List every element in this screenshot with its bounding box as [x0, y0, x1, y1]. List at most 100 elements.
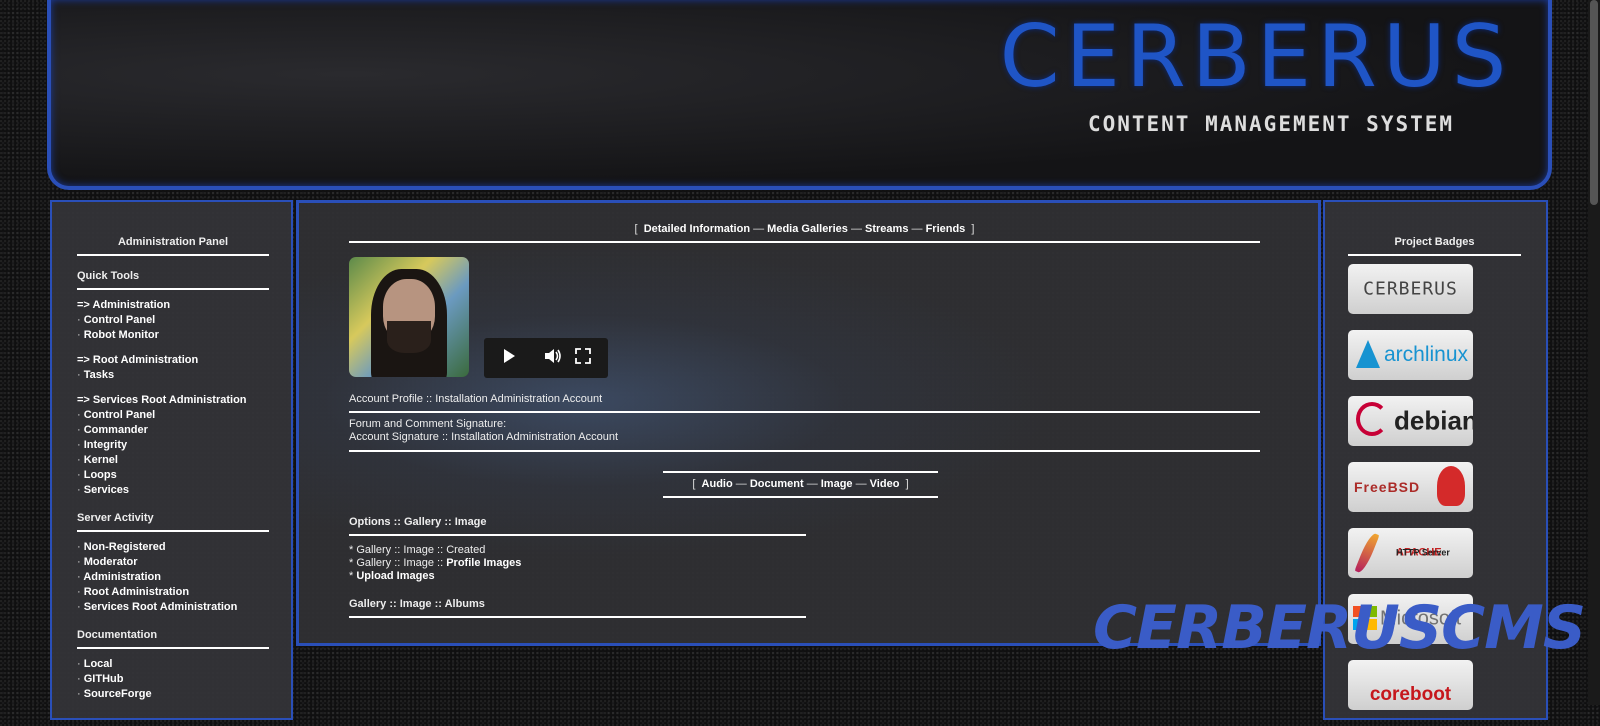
badge-freebsd[interactable]: FreeBSD	[1348, 462, 1473, 512]
nav-bracket-close: ]	[905, 478, 909, 490]
bullet-icon: ·	[77, 673, 81, 685]
bullet-icon: ·	[77, 454, 81, 466]
nav-item-label: Services Root Administration	[83, 601, 238, 613]
nav-item-activity-root-administration[interactable]: · Root Administration	[77, 585, 269, 600]
admin-panel-title: Administration Panel	[77, 236, 269, 256]
nav-item-github[interactable]: · GITHub	[77, 672, 269, 687]
nav-item-control-panel[interactable]: · Control Panel	[77, 313, 269, 328]
spiral-logo-right-inner	[296, 10, 371, 85]
profile-nav: [ Detailed Information — Media Galleries…	[349, 223, 1260, 243]
badge-label: debian	[1394, 405, 1473, 436]
bullet-icon: ·	[77, 409, 81, 421]
header-banner: CERBERUS CONTENT MANAGEMENT SYSTEM	[47, 0, 1552, 190]
nav-item-robot-monitor[interactable]: · Robot Monitor	[77, 328, 269, 343]
nav-item-label: Non-Registered	[83, 541, 166, 553]
nav-item-services-control-panel[interactable]: · Control Panel	[77, 408, 269, 423]
media-type-nav: [ Audio — Document — Image — Video ]	[663, 471, 938, 498]
badge-label: CERBERUS	[1363, 278, 1458, 300]
nav-bracket-open: [	[692, 478, 696, 490]
scrollbar-thumb[interactable]	[1590, 0, 1598, 205]
option-upload-images: * Upload Images	[349, 570, 806, 583]
bullet-icon: ·	[77, 484, 81, 496]
nav-item-tasks[interactable]: · Tasks	[77, 368, 269, 383]
signature-label: Forum and Comment Signature:	[349, 418, 507, 430]
bullet-icon: ·	[77, 314, 81, 326]
badge-apache-sub: HTTP Server	[1396, 547, 1450, 558]
fullscreen-icon[interactable]	[575, 348, 591, 370]
bullet-icon: ·	[77, 424, 81, 436]
bullet-icon: ·	[77, 439, 81, 451]
avatar[interactable]	[349, 257, 469, 377]
volume-icon[interactable]	[544, 348, 562, 370]
tab-detailed-information[interactable]: Detailed Information	[644, 223, 750, 235]
nav-item-loops[interactable]: · Loops	[77, 468, 269, 483]
nav-group-services-root-administration: => Services Root Administration · Contro…	[77, 393, 269, 498]
nav-group-documentation: · Local · GITHub · SourceForge	[77, 657, 269, 702]
upload-images-link[interactable]: Upload Images	[356, 570, 434, 582]
signature-value: Account Signature :: Installation Admini…	[349, 431, 619, 443]
tab-video[interactable]: Video	[870, 478, 900, 490]
account-profile: Account Profile :: Installation Administ…	[349, 393, 1260, 413]
tab-friends[interactable]: Friends	[926, 223, 966, 235]
badge-cerberus[interactable]: CERBERUS	[1348, 264, 1473, 314]
nav-item-activity-services-root-administration[interactable]: · Services Root Administration	[77, 600, 269, 615]
badges-title: Project Badges	[1348, 236, 1521, 256]
brand-subtitle: CONTENT MANAGEMENT SYSTEM	[1087, 112, 1455, 136]
documentation-title: Documentation	[77, 629, 269, 649]
server-activity-title: Server Activity	[77, 512, 269, 532]
nav-item-kernel[interactable]: · Kernel	[77, 453, 269, 468]
nav-item-local[interactable]: · Local	[77, 657, 269, 672]
nav-item-activity-administration[interactable]: · Administration	[77, 570, 269, 585]
tab-image[interactable]: Image	[821, 478, 853, 490]
nav-item-services[interactable]: · Services	[77, 483, 269, 498]
tab-media-galleries[interactable]: Media Galleries	[767, 223, 848, 235]
nav-item-moderator[interactable]: · Moderator	[77, 555, 269, 570]
nav-item-integrity[interactable]: · Integrity	[77, 438, 269, 453]
nav-separator: —	[855, 478, 867, 490]
nav-group-server-activity: · Non-Registered · Moderator · Administr…	[77, 540, 269, 615]
nav-item-label: Local	[83, 658, 113, 670]
tab-document[interactable]: Document	[750, 478, 804, 490]
bullet-icon: ·	[77, 601, 81, 613]
page-scrollbar[interactable]	[1588, 0, 1600, 705]
tab-streams[interactable]: Streams	[865, 223, 908, 235]
nav-item-label: Kernel	[83, 454, 118, 466]
nav-item-label: Integrity	[83, 439, 128, 451]
gallery-options: Options :: Gallery :: Image * Gallery ::…	[349, 516, 806, 583]
nav-item-commander[interactable]: · Commander	[77, 423, 269, 438]
nav-separator: —	[850, 223, 862, 235]
version-watermark: CERBERUSCMS 4	[1093, 593, 1600, 663]
play-icon[interactable]	[502, 348, 516, 370]
nav-item-label: Administration	[83, 571, 161, 583]
nav-heading-services-root-administration[interactable]: => Services Root Administration	[77, 393, 269, 408]
badge-coreboot[interactable]: coreboot	[1348, 660, 1473, 710]
profile-images-link[interactable]: Profile Images	[446, 557, 521, 569]
nav-item-non-registered[interactable]: · Non-Registered	[77, 540, 269, 555]
option-profile-images: * Gallery :: Image :: Profile Images	[349, 557, 806, 570]
nav-item-label: GITHub	[83, 673, 124, 685]
nav-item-sourceforge[interactable]: · SourceForge	[77, 687, 269, 702]
option-created: * Gallery :: Image :: Created	[349, 544, 486, 556]
bullet-icon: ·	[77, 369, 81, 381]
profile-panel: [ Detailed Information — Media Galleries…	[296, 200, 1321, 646]
brand-title: CERBERUS	[999, 7, 1513, 107]
nav-group-root-administration: => Root Administration · Tasks	[77, 353, 269, 383]
nav-separator: —	[806, 478, 818, 490]
badge-debian[interactable]: debian	[1348, 396, 1473, 446]
nav-item-label: Root Administration	[83, 586, 190, 598]
freebsd-daemon-icon	[1437, 466, 1465, 506]
tab-audio[interactable]: Audio	[702, 478, 733, 490]
nav-item-label: Control Panel	[83, 409, 156, 421]
badge-apache[interactable]: APACHE HTTP Server	[1348, 528, 1473, 578]
nav-heading-administration[interactable]: => Administration	[77, 298, 269, 313]
signature-block: Forum and Comment Signature: Account Sig…	[349, 418, 1260, 452]
nav-item-label: Commander	[83, 424, 148, 436]
nav-item-label: Tasks	[83, 369, 115, 381]
bullet-icon: ·	[77, 586, 81, 598]
nav-bracket-close: ]	[971, 223, 975, 235]
media-player[interactable]	[484, 338, 608, 378]
badge-archlinux[interactable]: archlinux	[1348, 330, 1473, 380]
nav-item-label: Loops	[83, 469, 117, 481]
badge-label: coreboot	[1369, 684, 1452, 705]
nav-heading-root-administration[interactable]: => Root Administration	[77, 353, 269, 368]
